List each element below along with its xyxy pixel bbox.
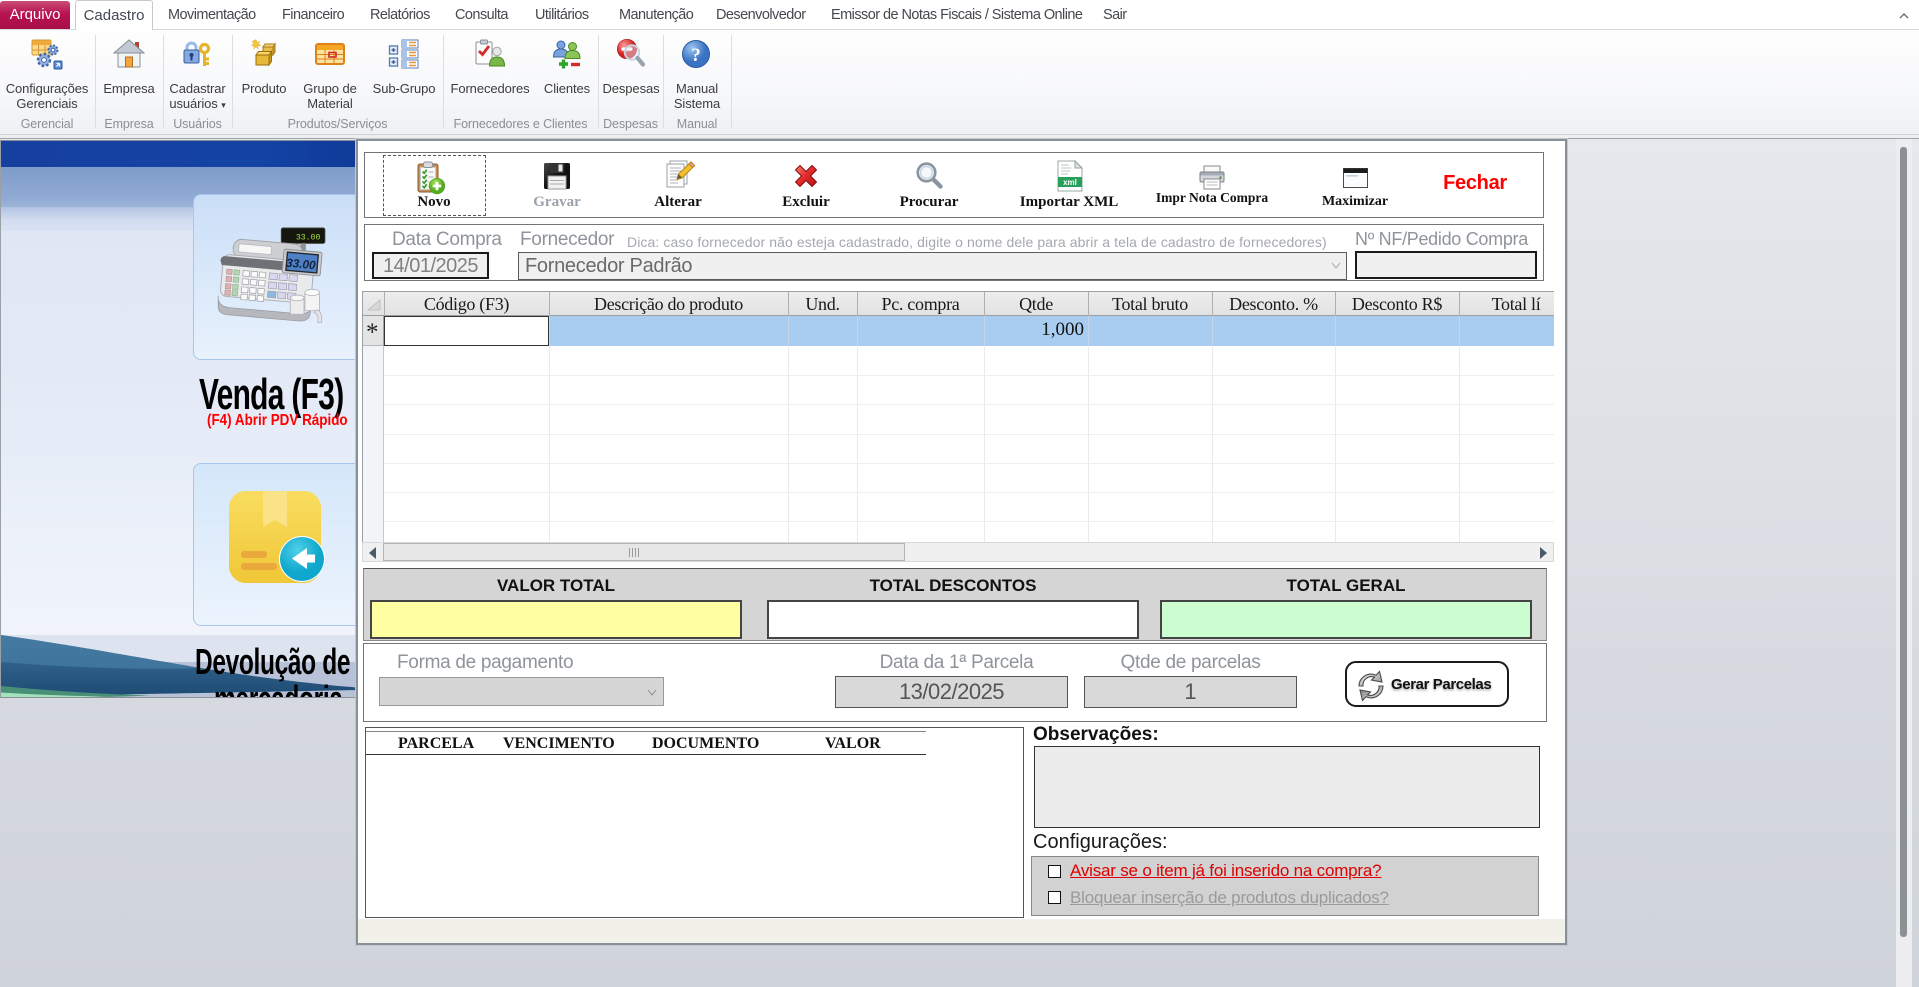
svg-text:xml: xml bbox=[1063, 178, 1077, 187]
svg-text:?: ? bbox=[691, 45, 701, 66]
svg-text:33.00: 33.00 bbox=[296, 234, 321, 243]
svg-text:33.00: 33.00 bbox=[286, 256, 317, 273]
